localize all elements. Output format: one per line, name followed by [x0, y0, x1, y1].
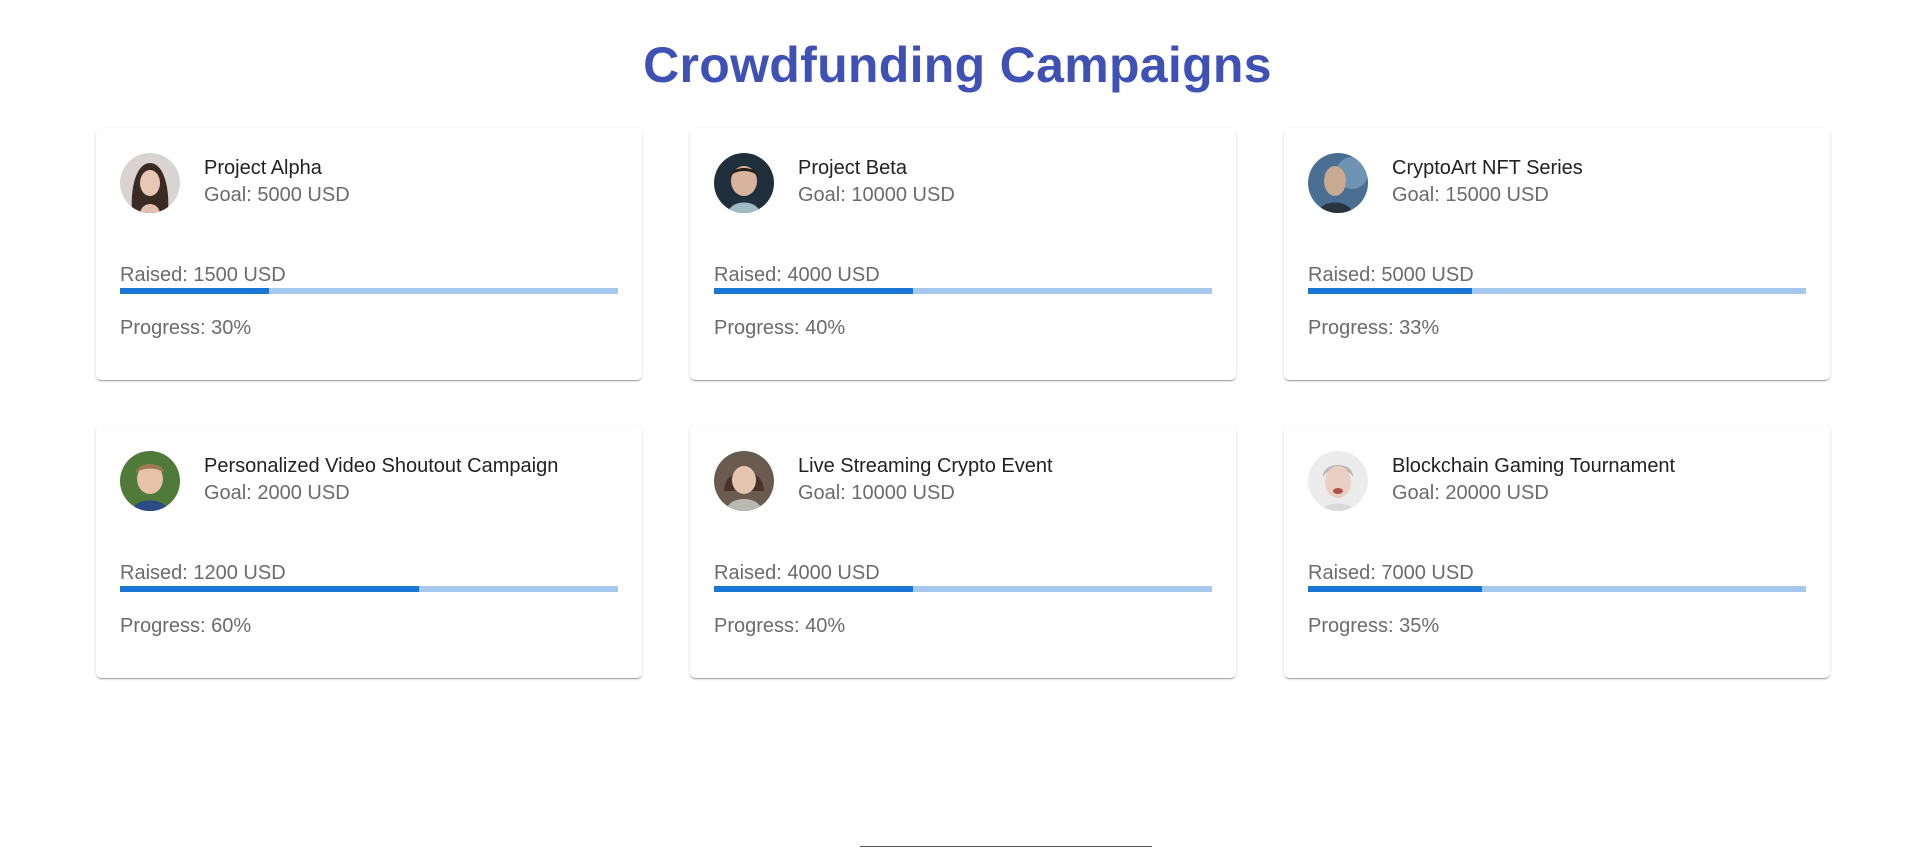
card-header-text: Personalized Video Shoutout Campaign Goa… [204, 455, 558, 507]
progress-bar-fill [714, 288, 914, 294]
card-header: CryptoArt NFT Series Goal: 15000 USD [1308, 152, 1806, 214]
avatar [1308, 451, 1368, 511]
card-header: Project Alpha Goal: 5000 USD [120, 152, 618, 214]
campaign-card[interactable]: Personalized Video Shoutout Campaign Goa… [96, 426, 642, 678]
campaign-goal: Goal: 10000 USD [798, 184, 955, 206]
campaign-name: Live Streaming Crypto Event [798, 455, 1053, 477]
progress-bar [714, 288, 1212, 294]
man-blue-background-avatar [1308, 153, 1368, 213]
card-header: Project Beta Goal: 10000 USD [714, 152, 1212, 214]
child-avatar [714, 153, 774, 213]
campaign-goal: Goal: 10000 USD [798, 482, 955, 504]
campaign-raised: Raised: 1500 USD [120, 264, 286, 286]
campaign-goal: Goal: 15000 USD [1392, 184, 1549, 206]
progress-bar-fill [120, 288, 270, 294]
campaign-raised: Raised: 4000 USD [714, 264, 880, 286]
avatar [714, 451, 774, 511]
progress-bar-fill [714, 586, 914, 592]
campaign-name: Project Beta [798, 157, 907, 179]
progress-bar-fill [1308, 586, 1483, 592]
progress-bar-fill [120, 586, 419, 592]
campaign-name: CryptoArt NFT Series [1392, 157, 1583, 179]
campaign-card[interactable]: Project Beta Goal: 10000 USD Raised: 400… [690, 128, 1236, 380]
progress-bar [714, 586, 1212, 592]
campaign-grid: Project Alpha Goal: 5000 USD Raised: 150… [96, 128, 1830, 678]
man-grey-hair-avatar [1308, 451, 1368, 511]
progress-bar [1308, 288, 1806, 294]
campaign-raised: Raised: 7000 USD [1308, 562, 1474, 584]
avatar [120, 153, 180, 213]
campaign-goal: Goal: 5000 USD [204, 184, 350, 206]
avatar [1308, 153, 1368, 213]
campaign-card[interactable]: CryptoArt NFT Series Goal: 15000 USD Rai… [1284, 128, 1830, 380]
card-header-text: Project Beta Goal: 10000 USD [798, 157, 955, 209]
woman-long-dark-hair-avatar [120, 153, 180, 213]
card-header: Personalized Video Shoutout Campaign Goa… [120, 450, 618, 512]
card-header-text: CryptoArt NFT Series Goal: 15000 USD [1392, 157, 1583, 209]
card-header: Blockchain Gaming Tournament Goal: 20000… [1308, 450, 1806, 512]
card-header-text: Live Streaming Crypto Event Goal: 10000 … [798, 455, 1053, 507]
campaign-goal: Goal: 20000 USD [1392, 482, 1549, 504]
campaign-raised: Raised: 4000 USD [714, 562, 880, 584]
campaign-name: Blockchain Gaming Tournament [1392, 455, 1676, 477]
campaign-progress: Progress: 35% [1308, 615, 1440, 637]
campaign-progress: Progress: 30% [120, 317, 252, 339]
progress-bar [120, 288, 618, 294]
campaign-card[interactable]: Live Streaming Crypto Event Goal: 10000 … [690, 426, 1236, 678]
campaign-progress: Progress: 40% [714, 317, 846, 339]
campaign-progress: Progress: 33% [1308, 317, 1440, 339]
campaign-card[interactable]: Project Alpha Goal: 5000 USD Raised: 150… [96, 128, 642, 380]
campaign-raised: Raised: 1200 USD [120, 562, 286, 584]
page-title: Crowdfunding Campaigns [643, 37, 1272, 93]
bottom-divider [860, 846, 1152, 847]
page: Crowdfunding Campaigns Project Alpha Goa… [0, 0, 1915, 851]
progress-bar [1308, 586, 1806, 592]
campaign-progress: Progress: 60% [120, 615, 252, 637]
campaign-name: Project Alpha [204, 157, 322, 179]
campaign-progress: Progress: 40% [714, 615, 846, 637]
campaign-name: Personalized Video Shoutout Campaign [204, 455, 559, 477]
campaign-goal: Goal: 2000 USD [204, 482, 350, 504]
campaign-card[interactable]: Blockchain Gaming Tournament Goal: 20000… [1284, 426, 1830, 678]
progress-bar-fill [1308, 288, 1473, 294]
campaign-raised: Raised: 5000 USD [1308, 264, 1474, 286]
card-header: Live Streaming Crypto Event Goal: 10000 … [714, 450, 1212, 512]
card-header-text: Blockchain Gaming Tournament Goal: 20000… [1392, 455, 1675, 507]
woman-scarf-avatar [714, 451, 774, 511]
avatar [714, 153, 774, 213]
avatar [120, 451, 180, 511]
boy-outdoors-avatar [120, 451, 180, 511]
card-header-text: Project Alpha Goal: 5000 USD [204, 157, 350, 209]
progress-bar [120, 586, 618, 592]
